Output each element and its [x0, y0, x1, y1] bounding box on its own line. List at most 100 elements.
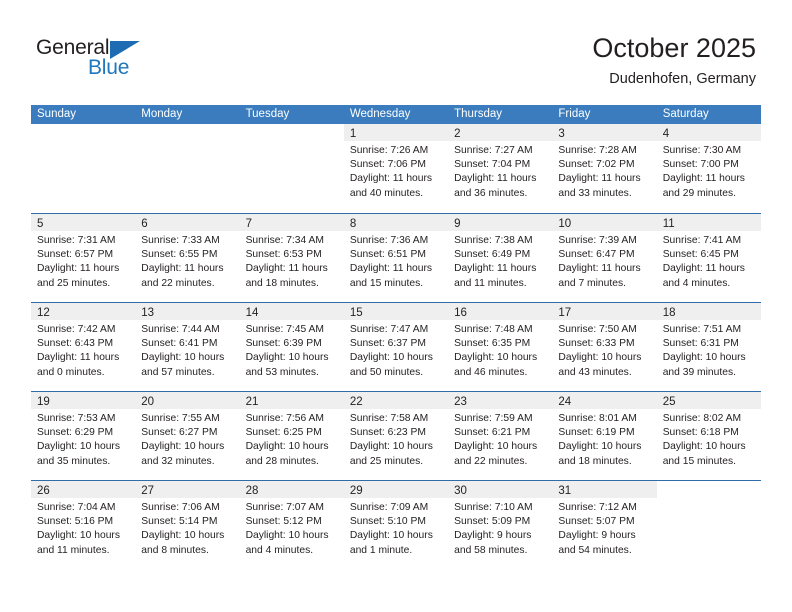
day-detail-line: Daylight: 10 hours — [662, 352, 746, 364]
day-number: 25 — [662, 396, 676, 408]
weekday-header-saturday: Saturday — [662, 108, 709, 120]
calendar-week-row: 12 Sunrise: 7:42 AM Sunset: 6:43 PM Dayligh… — [31, 302, 761, 391]
day-cell-1[interactable]: 1 Sunrise: 7:26 AM Sunset: 7:06 PM Daylight… — [343, 124, 449, 213]
calendar-grid: Sunday Monday Tuesday Wednesday Thursday Frid… — [31, 105, 761, 569]
day-number: 15 — [349, 307, 363, 319]
day-detail-line: Daylight: 11 hours — [349, 173, 433, 185]
day-detail-line: Sunrise: 7:10 AM — [454, 502, 533, 513]
day-detail-line: Sunrise: 7:04 AM — [37, 502, 116, 513]
day-details: Sunrise: 7:45 AM Sunset: 6:39 PM Daylight:… — [240, 320, 344, 380]
day-cell-13[interactable]: 13 Sunrise: 7:44 AM Sunset: 6:41 PM Dayligh… — [135, 303, 240, 391]
day-number: 7 — [245, 218, 252, 230]
page-header: General Blue October 2025 Dudenhofen, Ge… — [0, 0, 792, 103]
day-cell-29[interactable]: 29 Sunrise: 7:09 AM Sunset: 5:10 PM Dayligh… — [343, 481, 449, 569]
day-detail-line: Daylight: 10 hours — [141, 352, 225, 364]
day-cell-7[interactable]: 7 Sunrise: 7:34 AM Sunset: 6:53 PM Daylight… — [239, 214, 344, 302]
day-detail-line: Sunrise: 7:47 AM — [349, 324, 429, 335]
day-detail-line: and 57 minutes. — [141, 366, 215, 378]
calendar-week-row: 5 Sunrise: 7:31 AM Sunset: 6:57 PM Daylight… — [31, 213, 761, 302]
day-details: Sunrise: 7:10 AM Sunset: 5:09 PM Daylight:… — [448, 498, 552, 558]
day-detail-line: Daylight: 10 hours — [245, 530, 329, 542]
day-detail-line: Sunrise: 7:30 AM — [662, 145, 742, 156]
day-detail-line: Sunrise: 7:34 AM — [245, 235, 324, 246]
day-detail-line: Sunrise: 7:07 AM — [245, 502, 324, 513]
day-details: Sunrise: 7:39 AM Sunset: 6:47 PM Daylight:… — [552, 231, 656, 291]
day-cell-23[interactable]: 23 Sunrise: 7:59 AM Sunset: 6:21 PM Dayligh… — [448, 392, 553, 480]
day-details: Sunrise: 7:48 AM Sunset: 6:35 PM Daylight:… — [448, 320, 552, 380]
day-details: Sunrise: 7:38 AM Sunset: 6:49 PM Daylight:… — [448, 231, 552, 291]
day-cell-30[interactable]: 30 Sunrise: 7:10 AM Sunset: 5:09 PM Dayligh… — [448, 481, 553, 569]
day-detail-line: Sunrise: 7:33 AM — [141, 235, 220, 246]
day-cell-28[interactable]: 28 Sunrise: 7:07 AM Sunset: 5:12 PM Dayligh… — [239, 481, 344, 569]
day-cell-6[interactable]: 6 Sunrise: 7:33 AM Sunset: 6:55 PM Daylight… — [135, 214, 240, 302]
day-detail-line: Sunset: 6:37 PM — [349, 338, 426, 350]
day-details: Sunrise: 7:51 AM Sunset: 6:31 PM Daylight:… — [657, 320, 761, 380]
day-cell-21[interactable]: 21 Sunrise: 7:56 AM Sunset: 6:25 PM Dayligh… — [239, 392, 344, 480]
day-detail-line: Daylight: 10 hours — [349, 441, 433, 453]
day-cell-19[interactable]: 19 Sunrise: 7:53 AM Sunset: 6:29 PM Dayligh… — [31, 392, 136, 480]
day-detail-line: Sunrise: 8:02 AM — [662, 413, 742, 424]
day-details: Sunrise: 7:04 AM Sunset: 5:16 PM Daylight:… — [31, 498, 135, 558]
day-detail-line: Sunrise: 7:53 AM — [37, 413, 116, 424]
day-cell-10[interactable]: 10 Sunrise: 7:39 AM Sunset: 6:47 PM Dayligh… — [552, 214, 657, 302]
calendar-page: General Blue October 2025 Dudenhofen, Ge… — [0, 0, 792, 612]
day-cell-18[interactable]: 18 Sunrise: 7:51 AM Sunset: 6:31 PM Dayligh… — [656, 303, 761, 391]
day-detail-line: and 28 minutes. — [245, 455, 319, 467]
day-number: 11 — [662, 218, 675, 230]
weekday-header-tuesday: Tuesday — [245, 108, 290, 120]
day-details: Sunrise: 8:01 AM Sunset: 6:19 PM Daylight:… — [552, 409, 656, 469]
day-number-band: 10 — [552, 214, 657, 231]
day-details: Sunrise: 7:44 AM Sunset: 6:41 PM Daylight:… — [135, 320, 239, 380]
day-cell-3[interactable]: 3 Sunrise: 7:28 AM Sunset: 7:02 PM Daylight… — [552, 124, 657, 213]
general-blue-logo[interactable]: General Blue — [36, 36, 156, 82]
day-cell-27[interactable]: 27 Sunrise: 7:06 AM Sunset: 5:14 PM Dayligh… — [135, 481, 240, 569]
day-detail-line: Daylight: 10 hours — [141, 530, 225, 542]
day-number: 14 — [245, 307, 259, 319]
day-detail-line: Sunset: 6:31 PM — [662, 338, 739, 350]
day-detail-line: Sunset: 6:47 PM — [558, 249, 635, 261]
day-detail-line: and 33 minutes. — [558, 187, 632, 199]
day-cell-17[interactable]: 17 Sunrise: 7:50 AM Sunset: 6:33 PM Dayligh… — [552, 303, 657, 391]
day-cell-empty — [239, 124, 344, 213]
day-detail-line: and 0 minutes. — [37, 366, 105, 378]
day-cell-25[interactable]: 25 Sunrise: 8:02 AM Sunset: 6:18 PM Dayligh… — [656, 392, 761, 480]
day-number-band: 13 — [135, 303, 240, 320]
day-cell-16[interactable]: 16 Sunrise: 7:48 AM Sunset: 6:35 PM Dayligh… — [448, 303, 553, 391]
day-detail-line: and 53 minutes. — [245, 366, 319, 378]
day-number-band: 6 — [135, 214, 240, 231]
day-cell-11[interactable]: 11 Sunrise: 7:41 AM Sunset: 6:45 PM Dayligh… — [656, 214, 761, 302]
day-cell-15[interactable]: 15 Sunrise: 7:47 AM Sunset: 6:37 PM Dayligh… — [343, 303, 449, 391]
calendar-week-row: 19 Sunrise: 7:53 AM Sunset: 6:29 PM Dayligh… — [31, 391, 761, 480]
day-cell-24[interactable]: 24 Sunrise: 8:01 AM Sunset: 6:19 PM Dayligh… — [552, 392, 657, 480]
day-cell-20[interactable]: 20 Sunrise: 7:55 AM Sunset: 6:27 PM Dayligh… — [135, 392, 240, 480]
day-number: 20 — [141, 396, 155, 408]
day-cell-31[interactable]: 31 Sunrise: 7:12 AM Sunset: 5:07 PM Dayligh… — [552, 481, 657, 569]
day-number: 19 — [37, 396, 50, 408]
day-cell-5[interactable]: 5 Sunrise: 7:31 AM Sunset: 6:57 PM Daylight… — [31, 214, 136, 302]
day-cell-12[interactable]: 12 Sunrise: 7:42 AM Sunset: 6:43 PM Dayligh… — [31, 303, 136, 391]
day-number: 30 — [454, 485, 467, 497]
day-detail-line: Sunrise: 7:12 AM — [558, 502, 637, 513]
day-details: Sunrise: 7:26 AM Sunset: 7:06 PM Daylight:… — [344, 141, 448, 201]
day-cell-4[interactable]: 4 Sunrise: 7:30 AM Sunset: 7:00 PM Daylight… — [656, 124, 761, 213]
day-detail-line: Sunset: 6:43 PM — [37, 338, 114, 350]
location-subtitle: Dudenhofen, Germany — [609, 71, 756, 87]
day-detail-line: and 35 minutes. — [37, 455, 111, 467]
day-details — [135, 141, 239, 144]
day-number: 1 — [349, 128, 357, 140]
day-details: Sunrise: 7:42 AM Sunset: 6:43 PM Daylight:… — [31, 320, 135, 380]
day-cell-26[interactable]: 26 Sunrise: 7:04 AM Sunset: 5:16 PM Dayligh… — [31, 481, 136, 569]
day-detail-line: Daylight: 11 hours — [37, 352, 120, 364]
day-detail-line: Daylight: 10 hours — [558, 441, 642, 453]
day-cell-9[interactable]: 9 Sunrise: 7:38 AM Sunset: 6:49 PM Daylight… — [448, 214, 553, 302]
day-number: 13 — [141, 307, 155, 319]
day-cell-2[interactable]: 2 Sunrise: 7:27 AM Sunset: 7:04 PM Daylight… — [448, 124, 553, 213]
weekday-header-friday: Friday — [558, 108, 591, 120]
day-details: Sunrise: 7:33 AM Sunset: 6:55 PM Daylight:… — [135, 231, 239, 291]
day-cell-8[interactable]: 8 Sunrise: 7:36 AM Sunset: 6:51 PM Daylight… — [343, 214, 449, 302]
day-detail-line: and 8 minutes. — [141, 544, 209, 556]
day-cell-14[interactable]: 14 Sunrise: 7:45 AM Sunset: 6:39 PM Dayligh… — [239, 303, 344, 391]
weekday-header-wednesday: Wednesday — [349, 108, 411, 120]
day-cell-22[interactable]: 22 Sunrise: 7:58 AM Sunset: 6:23 PM Dayligh… — [343, 392, 449, 480]
day-details: Sunrise: 7:06 AM Sunset: 5:14 PM Daylight:… — [135, 498, 239, 558]
